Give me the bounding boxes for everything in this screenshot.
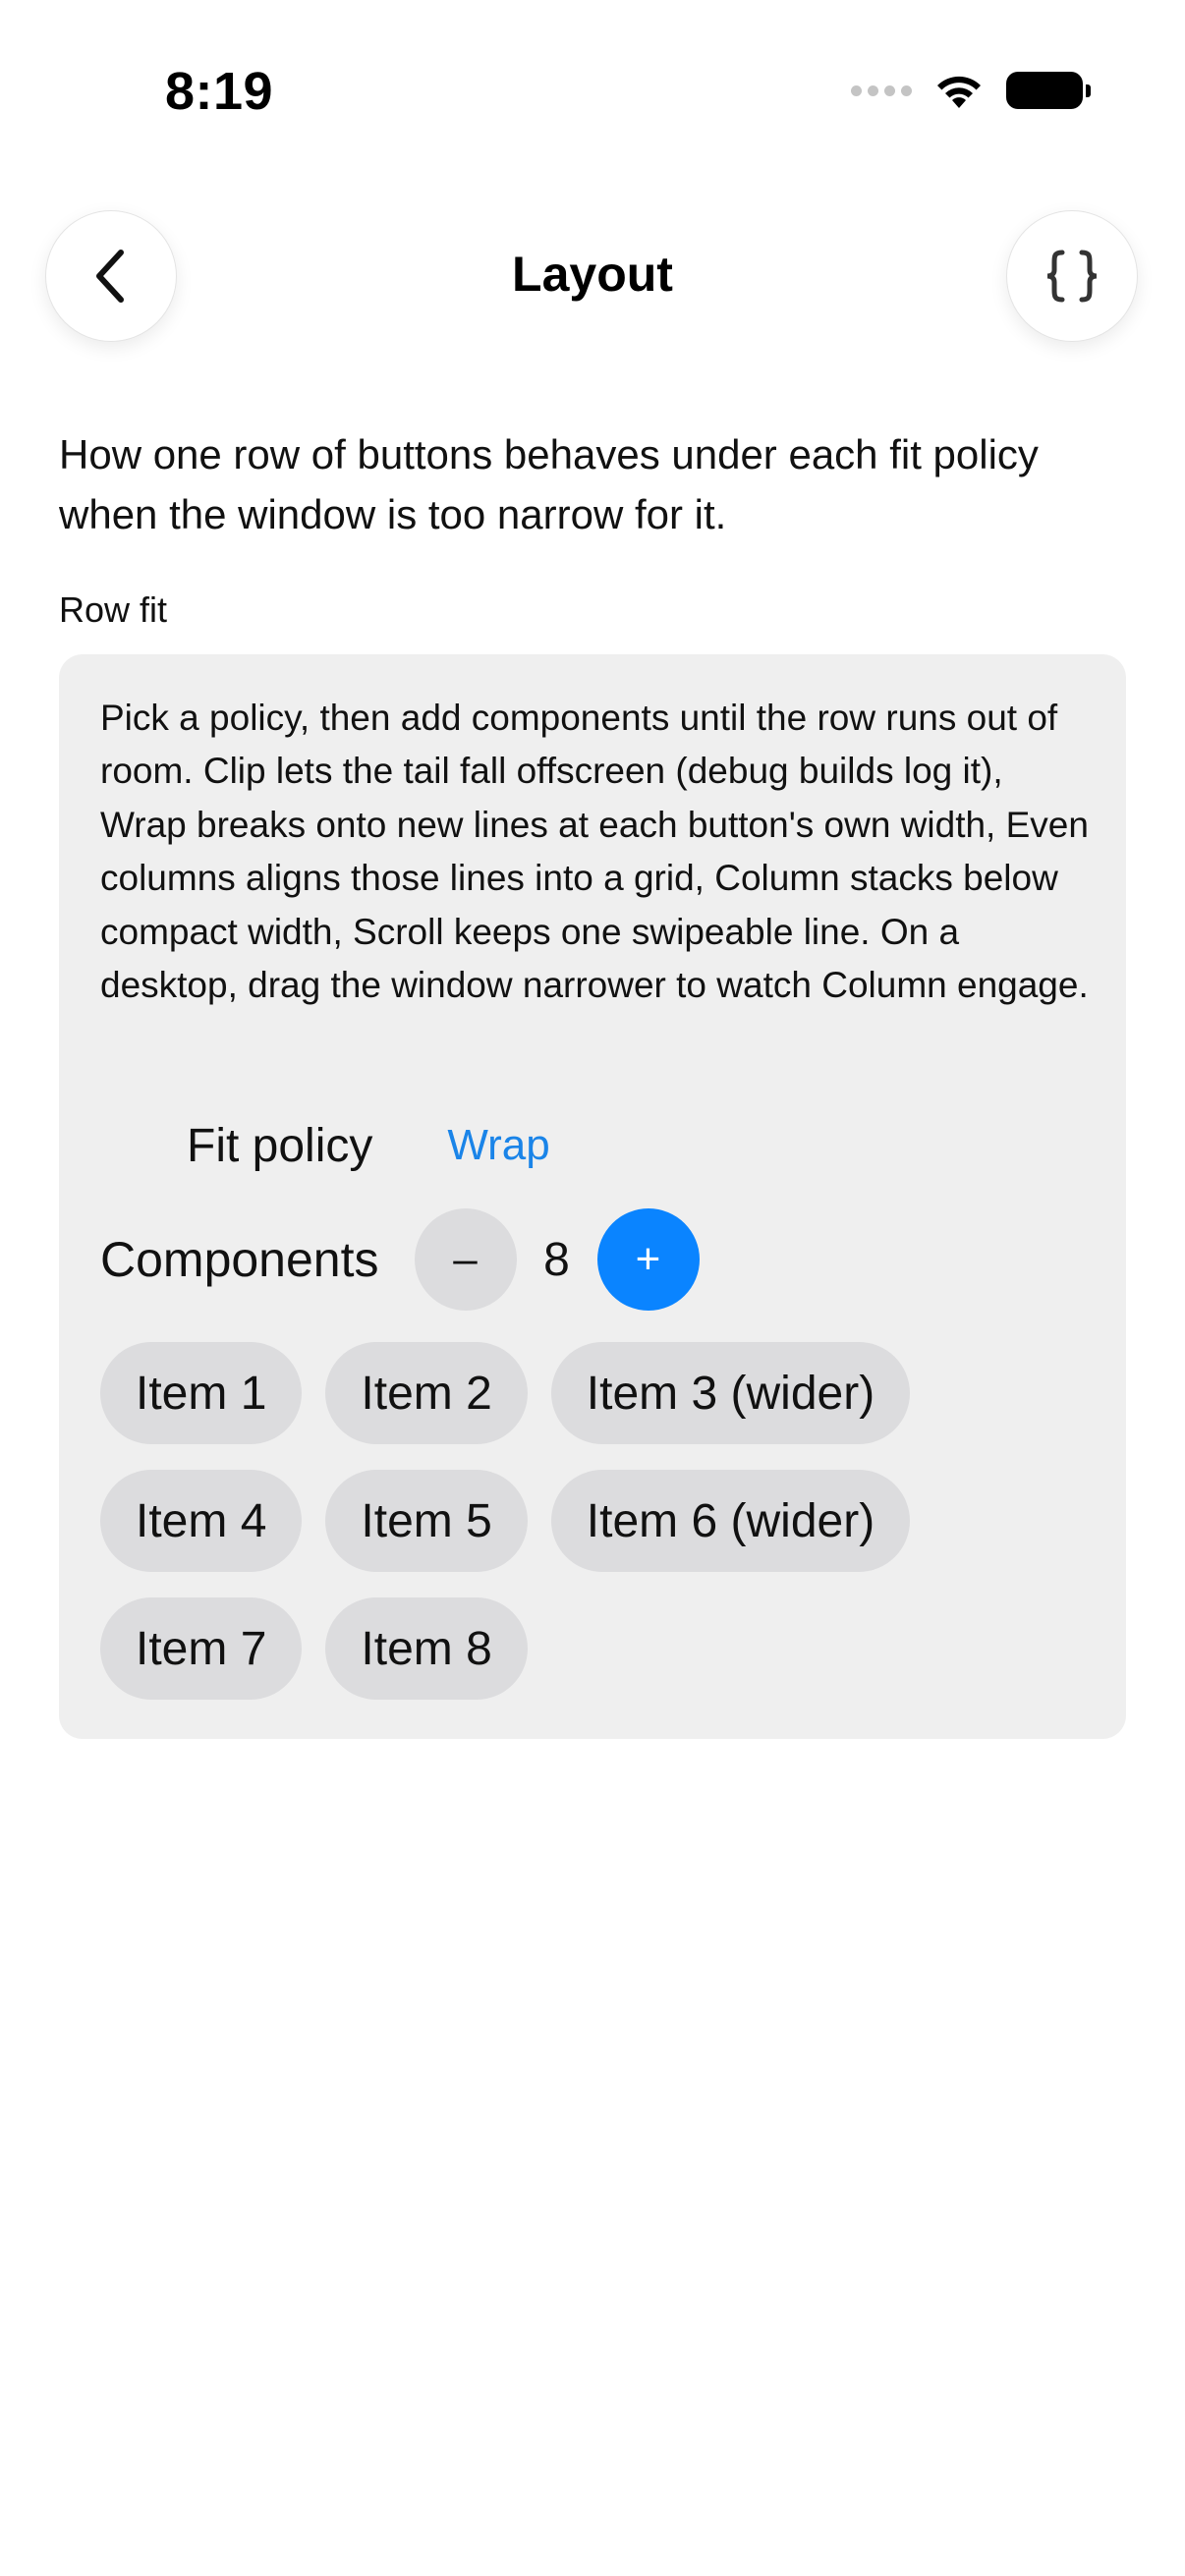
item-row: Item 1 Item 2 Item 3 (wider) [100, 1342, 1093, 1444]
section-label: Row fit [59, 589, 168, 630]
components-count: 8 [543, 1233, 570, 1286]
row-fit-card: Pick a policy, then add components until… [59, 654, 1126, 1739]
items-container: Item 1 Item 2 Item 3 (wider) Item 4 Item… [100, 1342, 1093, 1725]
item-button[interactable]: Item 8 [325, 1597, 528, 1700]
item-button[interactable]: Item 4 [100, 1470, 303, 1572]
fit-policy-picker[interactable]: Wrap [447, 1121, 549, 1170]
item-button[interactable]: Item 1 [100, 1342, 303, 1444]
item-button[interactable]: Item 7 [100, 1597, 303, 1700]
components-row: Components – 8 + [100, 1208, 700, 1311]
card-description: Pick a policy, then add components until… [100, 698, 1089, 1006]
item-button[interactable]: Item 5 [325, 1470, 528, 1572]
status-time: 8:19 [165, 62, 274, 121]
cellular-signal-icon [851, 84, 912, 96]
components-label: Components [100, 1232, 379, 1287]
intro-text: How one row of buttons behaves under eac… [59, 431, 1039, 537]
wifi-icon [937, 76, 981, 108]
braces-icon [1046, 250, 1098, 303]
fit-policy-label: Fit policy [187, 1119, 373, 1172]
item-button[interactable]: Item 6 (wider) [550, 1470, 911, 1572]
fit-policy-row: Fit policy Wrap [187, 1106, 550, 1185]
increment-button[interactable]: + [596, 1208, 700, 1311]
status-bar: 8:19 [0, 0, 1185, 147]
item-row: Item 4 Item 5 Item 6 (wider) [100, 1470, 1093, 1572]
item-button[interactable]: Item 2 [325, 1342, 528, 1444]
item-button[interactable]: Item 3 (wider) [550, 1342, 911, 1444]
item-row: Item 7 Item 8 [100, 1597, 1093, 1700]
decrement-button[interactable]: – [414, 1208, 517, 1311]
battery-icon [1006, 72, 1091, 109]
status-icons [851, 71, 1091, 110]
code-button[interactable] [1006, 210, 1138, 342]
